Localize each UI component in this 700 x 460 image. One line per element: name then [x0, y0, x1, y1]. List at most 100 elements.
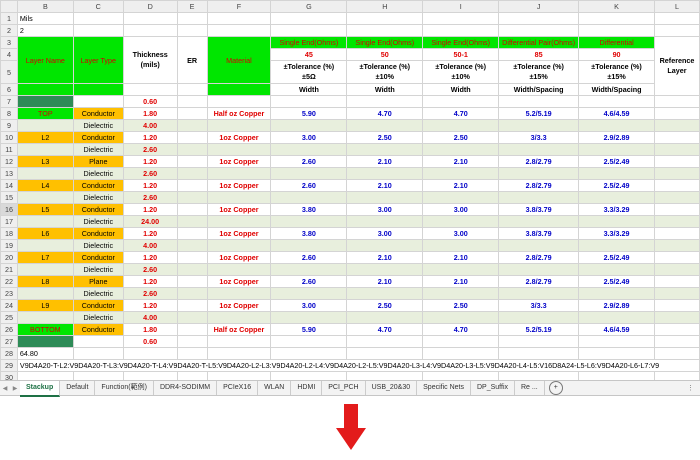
layer-name-cell[interactable]: [16, 95, 74, 108]
tolerance-cell[interactable]: ±Tolerance (%) ±10%: [422, 60, 500, 84]
impedance-value[interactable]: 50: [346, 48, 424, 61]
impedance-width-cell[interactable]: [498, 143, 580, 156]
col-header[interactable]: F: [206, 0, 272, 13]
impedance-width-cell[interactable]: [422, 191, 500, 204]
thickness-cell[interactable]: 1.80: [122, 323, 178, 336]
layer-name-cell[interactable]: L5: [16, 203, 74, 216]
row-number[interactable]: 11: [0, 143, 18, 156]
layer-name-cell[interactable]: [16, 239, 74, 252]
reference-layer-cell[interactable]: [653, 251, 700, 264]
impedance-width-cell[interactable]: [422, 263, 500, 276]
cell-b2[interactable]: 2: [16, 24, 74, 37]
impedance-width-cell[interactable]: 3.00: [346, 203, 424, 216]
layer-type-cell[interactable]: Dielectric: [72, 311, 124, 324]
impedance-value[interactable]: 50-1: [422, 48, 500, 61]
er-cell[interactable]: [176, 167, 208, 180]
thickness-cell[interactable]: 0.60: [122, 95, 178, 108]
impedance-width-cell[interactable]: 4.6/4.59: [578, 107, 655, 120]
layer-name-cell[interactable]: L6: [16, 227, 74, 240]
impedance-width-cell[interactable]: 2.5/2.49: [578, 179, 655, 192]
thickness-cell[interactable]: 2.60: [122, 287, 178, 300]
impedance-width-cell[interactable]: 3.3/3.29: [578, 227, 655, 240]
impedance-width-cell[interactable]: 3.80: [270, 203, 348, 216]
impedance-width-cell[interactable]: [422, 287, 500, 300]
reference-layer-cell[interactable]: [653, 299, 700, 312]
er-cell[interactable]: [176, 335, 208, 348]
row-number[interactable]: 1: [0, 12, 18, 25]
sheet-tab[interactable]: Stackup: [20, 381, 61, 397]
impedance-width-cell[interactable]: 2.9/2.89: [578, 131, 655, 144]
layer-type-cell[interactable]: Dielectric: [72, 143, 124, 156]
row-number[interactable]: 18: [0, 227, 18, 240]
thickness-cell[interactable]: 2.60: [122, 143, 178, 156]
impedance-width-cell[interactable]: 2.5/2.49: [578, 251, 655, 264]
material-cell[interactable]: [206, 287, 272, 300]
thickness-cell[interactable]: 1.20: [122, 227, 178, 240]
layer-type-cell[interactable]: Dielectric: [72, 167, 124, 180]
col-header[interactable]: H: [346, 0, 424, 13]
layer-name-cell[interactable]: L7: [16, 251, 74, 264]
row-number[interactable]: 6: [0, 83, 18, 96]
reference-layer-cell[interactable]: [653, 239, 700, 252]
header-diff-pair-1[interactable]: Differential Pair(Ohms): [498, 36, 580, 49]
col-header[interactable]: K: [578, 0, 655, 13]
sheet-tab[interactable]: Specific Nets: [417, 381, 471, 395]
impedance-width-cell[interactable]: 2.10: [422, 179, 500, 192]
impedance-value[interactable]: 45: [270, 48, 348, 61]
sheet-tab[interactable]: DDR4-SODIMM: [154, 381, 218, 395]
impedance-width-cell[interactable]: [578, 263, 655, 276]
impedance-width-cell[interactable]: [270, 167, 348, 180]
width-header[interactable]: Width: [270, 83, 348, 96]
row-number[interactable]: 14: [0, 179, 18, 192]
impedance-width-cell[interactable]: [346, 311, 424, 324]
material-cell[interactable]: 1oz Copper: [206, 227, 272, 240]
er-cell[interactable]: [176, 287, 208, 300]
impedance-width-cell[interactable]: [270, 215, 348, 228]
impedance-width-cell[interactable]: 2.10: [346, 179, 424, 192]
col-header[interactable]: B: [16, 0, 74, 13]
row-number[interactable]: 12: [0, 155, 18, 168]
impedance-width-cell[interactable]: [498, 311, 580, 324]
layer-type-cell[interactable]: Conductor: [72, 107, 124, 120]
impedance-width-cell[interactable]: [346, 263, 424, 276]
header-single-end-3[interactable]: Single End(Ohms): [422, 36, 500, 49]
layer-name-cell[interactable]: L4: [16, 179, 74, 192]
impedance-width-cell[interactable]: [578, 215, 655, 228]
material-cell[interactable]: [206, 95, 272, 108]
col-header[interactable]: E: [176, 0, 208, 13]
row-number[interactable]: 7: [0, 95, 18, 108]
impedance-width-cell[interactable]: 2.10: [346, 251, 424, 264]
sheet-tab[interactable]: Default: [60, 381, 96, 395]
width-spacing-header[interactable]: Width/Spacing: [578, 83, 655, 96]
impedance-width-cell[interactable]: [346, 167, 424, 180]
material-cell[interactable]: 1oz Copper: [206, 251, 272, 264]
impedance-width-cell[interactable]: 5.2/5.19: [498, 323, 580, 336]
header-material[interactable]: Material: [206, 36, 272, 84]
col-header[interactable]: G: [270, 0, 348, 13]
row-number[interactable]: 21: [0, 263, 18, 276]
impedance-width-cell[interactable]: [270, 263, 348, 276]
impedance-width-cell[interactable]: 2.10: [422, 275, 500, 288]
row-number[interactable]: 10: [0, 131, 18, 144]
impedance-width-cell[interactable]: [346, 143, 424, 156]
er-cell[interactable]: [176, 155, 208, 168]
material-cell[interactable]: [206, 167, 272, 180]
layer-type-cell[interactable]: Dielectric: [72, 191, 124, 204]
layer-type-cell[interactable]: [72, 95, 124, 108]
impedance-width-cell[interactable]: 2.8/2.79: [498, 155, 580, 168]
layer-type-cell[interactable]: Conductor: [72, 227, 124, 240]
er-cell[interactable]: [176, 119, 208, 132]
thickness-cell[interactable]: 2.60: [122, 167, 178, 180]
impedance-width-cell[interactable]: 2.60: [270, 251, 348, 264]
impedance-width-cell[interactable]: 2.60: [270, 275, 348, 288]
er-cell[interactable]: [176, 131, 208, 144]
row-number[interactable]: 25: [0, 311, 18, 324]
impedance-width-cell[interactable]: [422, 167, 500, 180]
impedance-width-cell[interactable]: 3.8/3.79: [498, 203, 580, 216]
cell-b29[interactable]: V9D4A20-T-L2:V9D4A20-T-L3:V9D4A20-T-L4:V…: [16, 359, 700, 372]
er-cell[interactable]: [176, 251, 208, 264]
impedance-width-cell[interactable]: 4.6/4.59: [578, 323, 655, 336]
material-cell[interactable]: 1oz Copper: [206, 275, 272, 288]
impedance-width-cell[interactable]: 3.00: [270, 131, 348, 144]
material-cell[interactable]: [206, 239, 272, 252]
